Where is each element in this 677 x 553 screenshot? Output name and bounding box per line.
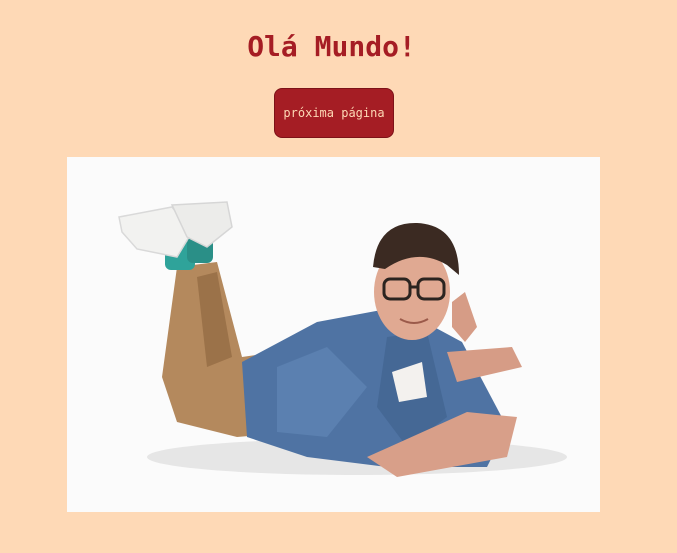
page-title: Olá Mundo! [247, 30, 416, 63]
next-page-button[interactable]: próxima página [274, 88, 394, 138]
man-lying-on-floor-photo [67, 157, 600, 512]
page: Olá Mundo! próxima página [0, 0, 677, 553]
